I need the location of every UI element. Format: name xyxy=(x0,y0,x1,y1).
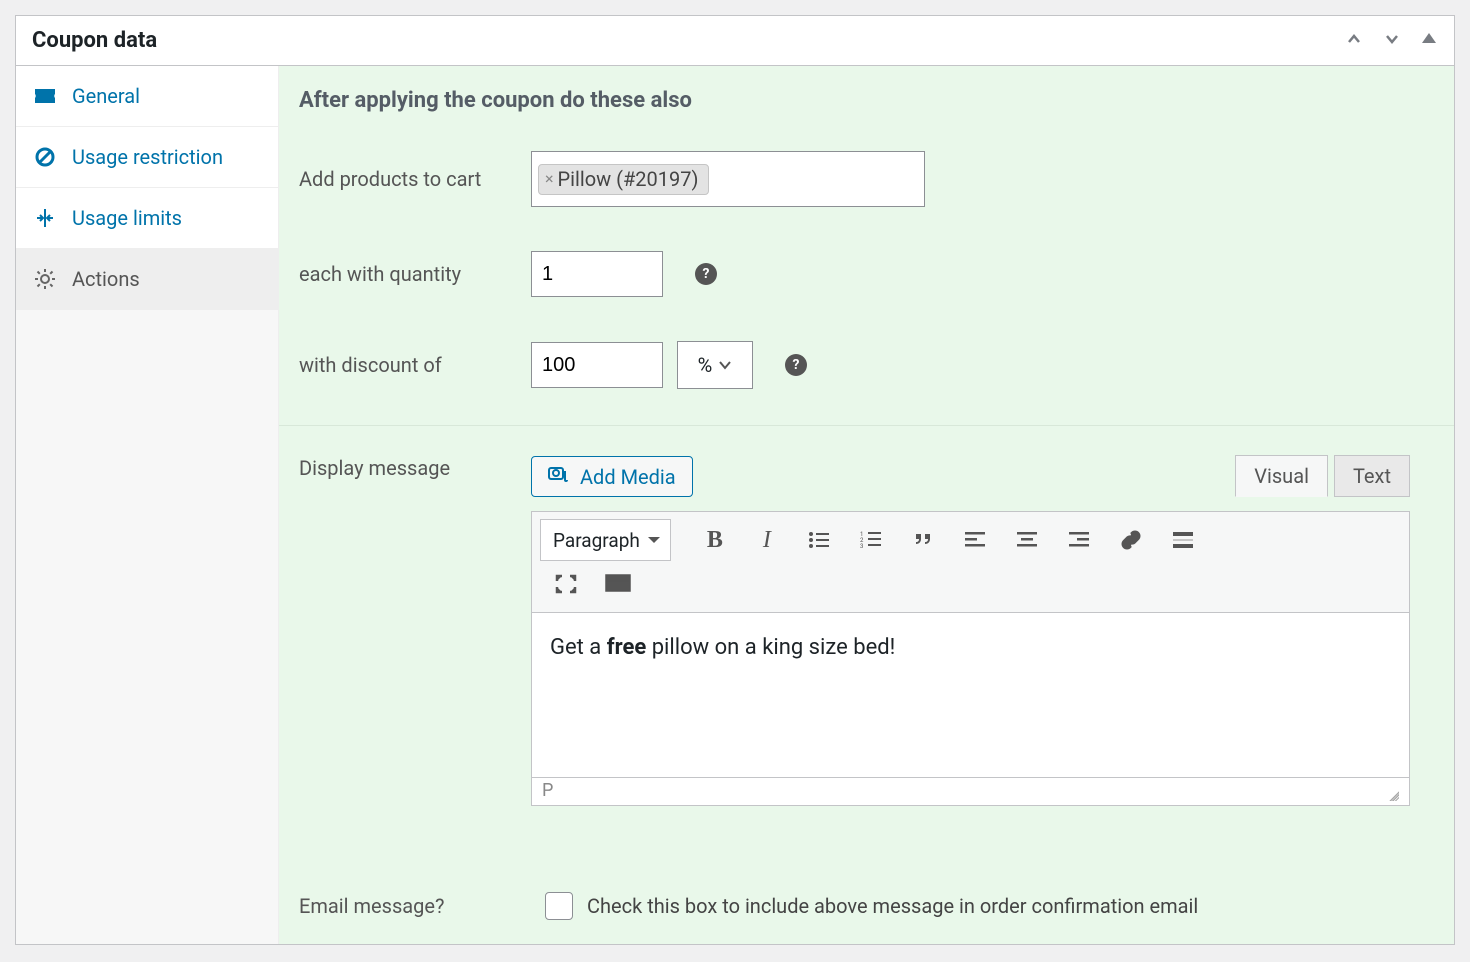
align-right-button[interactable] xyxy=(1057,520,1101,560)
products-input[interactable]: × Pillow (#20197) xyxy=(531,151,925,207)
align-left-button[interactable] xyxy=(953,520,997,560)
sidebar-item-label: General xyxy=(72,84,140,108)
panel-title: Coupon data xyxy=(32,28,157,53)
quantity-label: each with quantity xyxy=(299,262,531,286)
editor-toolbar: Paragraph B I 123 xyxy=(531,511,1410,613)
sidebar-item-usage-limits[interactable]: Usage limits xyxy=(16,188,278,249)
add-media-label: Add Media xyxy=(580,465,676,489)
toolbar-toggle-button[interactable] xyxy=(596,564,640,604)
svg-text:3: 3 xyxy=(860,543,863,550)
sidebar-item-actions[interactable]: Actions xyxy=(16,249,278,310)
format-select[interactable]: Paragraph xyxy=(540,519,671,561)
discount-unit-label: % xyxy=(698,353,713,377)
sidebar-item-general[interactable]: General xyxy=(16,66,278,127)
sidebar-item-label: Actions xyxy=(72,267,140,291)
discount-unit-select[interactable]: % xyxy=(677,341,753,389)
gear-icon xyxy=(34,268,56,290)
format-label: Paragraph xyxy=(553,529,640,552)
tab-visual[interactable]: Visual xyxy=(1235,455,1328,497)
message-text-before: Get a xyxy=(550,635,607,660)
ticket-icon xyxy=(34,85,56,107)
add-products-label: Add products to cart xyxy=(299,167,531,191)
move-up-icon[interactable] xyxy=(1344,29,1364,53)
discount-input[interactable] xyxy=(531,342,663,388)
email-message-description: Check this box to include above message … xyxy=(587,894,1198,918)
move-down-icon[interactable] xyxy=(1382,29,1402,53)
tab-text[interactable]: Text xyxy=(1334,455,1410,497)
more-button[interactable] xyxy=(1161,520,1205,560)
sidebar-item-label: Usage limits xyxy=(72,206,182,230)
sidebar-item-label: Usage restriction xyxy=(72,145,223,169)
email-message-label: Email message? xyxy=(299,894,531,918)
bullet-list-button[interactable] xyxy=(797,520,841,560)
sidebar: General Usage restriction xyxy=(16,66,279,944)
editor-content[interactable]: Get a free pillow on a king size bed! xyxy=(531,613,1410,778)
numbered-list-button[interactable]: 123 xyxy=(849,520,893,560)
bold-button[interactable]: B xyxy=(693,520,737,560)
align-center-button[interactable] xyxy=(1005,520,1049,560)
fullscreen-button[interactable] xyxy=(544,564,588,604)
blockquote-button[interactable] xyxy=(901,520,945,560)
display-message-label: Display message xyxy=(299,456,531,480)
add-media-button[interactable]: Add Media xyxy=(531,456,693,497)
content-area: After applying the coupon do these also … xyxy=(279,66,1454,944)
arrows-in-icon xyxy=(34,207,56,229)
ban-icon xyxy=(34,146,56,168)
product-tag-label: Pillow (#20197) xyxy=(558,167,699,191)
section-heading: After applying the coupon do these also xyxy=(279,66,1454,143)
panel-header: Coupon data xyxy=(16,16,1454,66)
quantity-input[interactable] xyxy=(531,251,663,297)
coupon-data-panel: Coupon data General xyxy=(15,15,1455,945)
message-text-after: pillow on a king size bed! xyxy=(646,635,895,660)
email-message-checkbox[interactable] xyxy=(545,892,573,920)
help-icon[interactable]: ? xyxy=(785,354,807,376)
message-text-bold: free xyxy=(607,635,647,660)
italic-button[interactable]: I xyxy=(745,520,789,560)
editor-statusbar: P xyxy=(531,778,1410,806)
sidebar-item-usage-restriction[interactable]: Usage restriction xyxy=(16,127,278,188)
camera-icon xyxy=(548,464,570,489)
discount-label: with discount of xyxy=(299,353,531,377)
product-tag: × Pillow (#20197) xyxy=(538,164,709,195)
link-button[interactable] xyxy=(1109,520,1153,560)
toggle-icon[interactable] xyxy=(1420,29,1438,53)
resize-handle[interactable] xyxy=(1383,785,1399,801)
help-icon[interactable]: ? xyxy=(695,263,717,285)
editor-path[interactable]: P xyxy=(542,780,553,801)
remove-tag-icon[interactable]: × xyxy=(545,169,554,188)
